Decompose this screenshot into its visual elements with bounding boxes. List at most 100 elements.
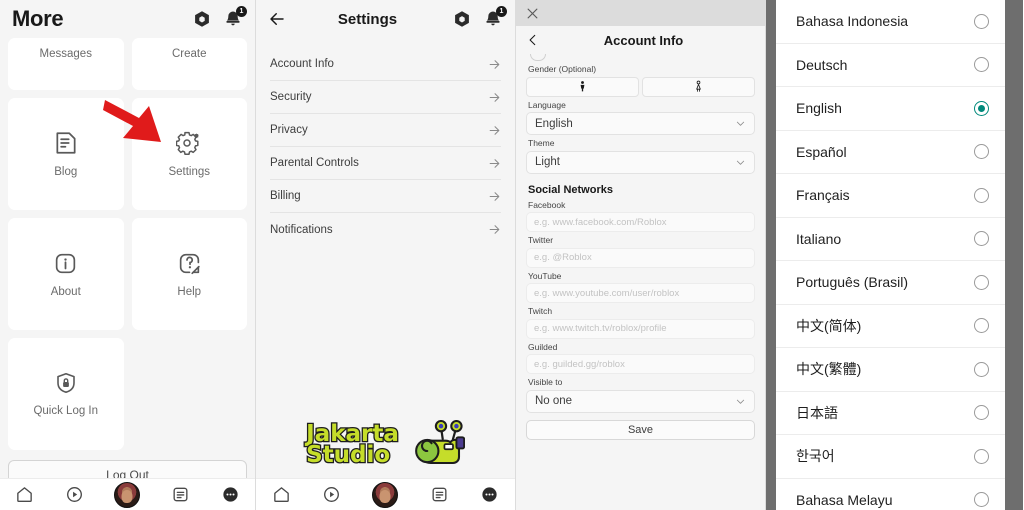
arrow-right-icon (489, 125, 500, 135)
guilded-label: Guilded (528, 341, 558, 352)
radio-button[interactable] (974, 13, 989, 29)
language-option-espanol[interactable]: Español (776, 131, 1005, 174)
tile-quick-log-in[interactable]: Quick Log In (8, 338, 124, 450)
female-icon (696, 80, 701, 92)
tile-settings[interactable]: Settings (131, 98, 247, 210)
language-label: Bahasa Indonesia (796, 13, 909, 30)
close-icon[interactable] (525, 6, 540, 21)
robux-icon[interactable] (193, 10, 211, 28)
language-option-chinese-simplified[interactable]: 中文(简体) (776, 305, 1005, 348)
snail-mascot-icon (414, 420, 465, 465)
row-label: Notifications (270, 223, 333, 236)
twitch-input[interactable]: e.g. www.twitch.tv/roblox/profile (526, 318, 755, 339)
radio-button[interactable] (974, 318, 989, 334)
language-option-bahasa-melayu[interactable]: Bahasa Melayu (776, 479, 1005, 510)
settings-row-billing[interactable]: Billing (270, 180, 501, 213)
input-placeholder: e.g. @Roblox (534, 252, 592, 263)
visible-to-select[interactable]: No one (526, 389, 755, 413)
language-option-portugues-brasil[interactable]: Português (Brasil) (776, 261, 1005, 305)
language-label: English (796, 100, 842, 117)
language-option-chinese-traditional[interactable]: 中文(繁體) (776, 348, 1005, 392)
language-option-bahasa-indonesia[interactable]: Bahasa Indonesia (776, 0, 1005, 44)
language-option-korean[interactable]: 한국어 (776, 435, 1005, 479)
row-label: Parental Controls (270, 157, 359, 169)
avatar[interactable] (372, 481, 399, 508)
tile-blog[interactable]: Blog (8, 98, 124, 210)
tile-label: Messages (39, 48, 92, 60)
twitter-input[interactable]: e.g. @Roblox (526, 247, 755, 268)
modal-topbar (516, 0, 765, 26)
more-icon[interactable] (480, 485, 499, 504)
tile-label: About (50, 285, 81, 298)
theme-value: Light (535, 156, 560, 168)
settings-row-security[interactable]: Security (270, 81, 501, 114)
language-label: 日本語 (796, 404, 838, 421)
settings-row-parental-controls[interactable]: Parental Controls (270, 147, 501, 180)
chat-icon[interactable] (430, 485, 449, 504)
radio-button[interactable] (974, 231, 989, 247)
guilded-input[interactable]: e.g. guilded.gg/roblox (526, 354, 755, 374)
tile-help[interactable]: Help (131, 218, 247, 330)
language-option-francais[interactable]: Français (776, 174, 1005, 218)
language-option-english[interactable]: English (776, 87, 1005, 131)
radio-button[interactable] (974, 361, 989, 377)
play-icon[interactable] (322, 485, 341, 504)
radio-button[interactable] (974, 448, 989, 464)
theme-select[interactable]: Light (526, 150, 755, 174)
youtube-label: YouTube (528, 270, 562, 281)
language-option-deutsch[interactable]: Deutsch (776, 44, 1005, 87)
robux-icon[interactable] (453, 10, 471, 28)
language-list: Bahasa Indonesia Deutsch English Español… (776, 0, 1005, 510)
gender-option-male[interactable] (526, 76, 639, 97)
settings-row-privacy[interactable]: Privacy (270, 114, 501, 147)
language-label: Español (796, 143, 847, 160)
home-icon[interactable] (15, 485, 34, 504)
visible-to-label: Visible to (528, 377, 563, 387)
radio-button[interactable] (974, 274, 989, 290)
chevron-down-icon (736, 160, 745, 165)
gender-option-female[interactable] (642, 76, 755, 97)
radio-button[interactable] (974, 57, 989, 73)
home-icon[interactable] (272, 485, 291, 504)
chat-icon[interactable] (171, 485, 190, 504)
tile-messages[interactable]: Messages (8, 38, 124, 90)
settings-row-account-info[interactable]: Account Info (270, 48, 501, 81)
notification-bell[interactable]: 1 (483, 6, 507, 29)
facebook-input[interactable]: e.g. www.facebook.com/Roblox (526, 212, 755, 232)
avatar[interactable] (114, 481, 141, 508)
blog-icon (56, 132, 76, 154)
tile-create[interactable]: Create (131, 38, 247, 90)
header-icons: 1 (453, 6, 507, 29)
info-icon (56, 253, 76, 273)
page-title: More (12, 6, 64, 31)
more-icon[interactable] (221, 485, 240, 504)
tile-about[interactable]: About (8, 218, 124, 330)
account-info-form: Gender (Optional) Language English Theme… (516, 54, 765, 440)
panel-more: More 1 Messages Create Blog Settings Abo… (0, 0, 256, 510)
language-select[interactable]: English (526, 112, 755, 135)
radio-button-selected[interactable] (974, 100, 989, 116)
twitter-label: Twitter (528, 235, 554, 245)
radio-button[interactable] (974, 187, 989, 203)
radio-button[interactable] (974, 144, 989, 160)
row-label: Billing (270, 190, 301, 202)
settings-list: Account Info Security Privacy Parental C… (256, 48, 515, 246)
play-icon[interactable] (65, 485, 84, 504)
radio-button[interactable] (974, 492, 989, 508)
settings-row-notifications[interactable]: Notifications (270, 213, 501, 246)
language-option-japanese[interactable]: 日本語 (776, 392, 1005, 435)
facebook-label: Facebook (528, 199, 566, 210)
row-label: Account Info (270, 58, 334, 70)
language-option-italiano[interactable]: Italiano (776, 218, 1005, 261)
chevron-down-icon (736, 399, 745, 404)
arrow-left-icon[interactable] (268, 10, 286, 28)
bell-badge: 1 (496, 6, 507, 17)
notification-bell[interactable]: 1 (223, 6, 247, 29)
youtube-input[interactable]: e.g. www.youtube.com/user/roblox (526, 283, 755, 303)
language-label: 中文(简体) (796, 317, 862, 334)
tile-label: Settings (168, 166, 211, 178)
save-button[interactable]: Save (526, 419, 755, 440)
radio-button[interactable] (974, 405, 989, 421)
row-label: Privacy (270, 124, 308, 136)
language-label: Português (Brasil) (796, 274, 909, 291)
